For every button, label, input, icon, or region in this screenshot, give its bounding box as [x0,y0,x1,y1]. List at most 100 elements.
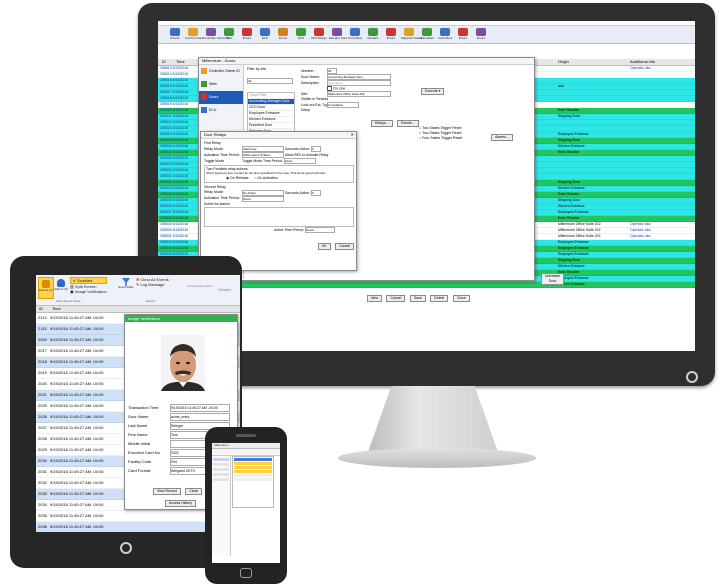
trigger-reset-option[interactable]: ○Four States Trigger Reset [419,136,462,141]
relays-cancel-button[interactable]: Cancel [335,242,354,250]
row-origin: Exec Shooter [558,192,580,196]
ok-button[interactable]: OK [317,242,331,250]
row-id: 255521 5/15/2016 [160,114,189,118]
lockout-select[interactable]: Cumulative [327,102,359,109]
nav-item[interactable]: Sites [199,78,243,91]
on-release-label: On Release [230,175,249,180]
image-verification-button[interactable]: ▣ Image Verification [70,289,107,294]
tablet-ribbon: Events (1) Alarms (0) ✔ Enabled ▥ Split … [36,275,240,306]
cancel-door-button[interactable]: Cancel [386,295,406,302]
ribbon-button[interactable]: Controller Owner ID [203,28,230,42]
nav-item[interactable]: ECU [199,104,243,117]
seconds-active2-input[interactable]: 0 [310,189,321,196]
close-icon[interactable]: ✕ [351,132,354,138]
ribbon-button[interactable]: Floors [275,28,291,42]
ribbon-button[interactable]: Doors [383,28,399,42]
events-button[interactable]: Events... [397,120,419,127]
alarms-tab-button[interactable]: Alarms (0) [54,277,68,297]
row-id: 255519 5/15/2016 [160,102,189,106]
ribbon-button[interactable]: Controllers [437,28,453,42]
ribbon-icon [278,28,288,36]
door-name-field[interactable]: acme_entry [170,412,230,421]
active-tp-select[interactable]: Never [305,226,336,233]
ribbon-label: ECU [261,36,269,40]
row-id: 2029 [38,447,47,452]
col-time[interactable]: Time [176,59,185,65]
row-id: 2093 [38,337,47,342]
execute-button[interactable]: Execute ▾ [421,88,445,95]
ribbon-button[interactable]: Card Formats [185,28,203,42]
image-icon: ▣ [70,289,74,294]
ribbon-button[interactable]: Elevator Cars [329,28,348,42]
nav-item[interactable]: Doors [199,91,243,104]
ribbon-label: MagCard Gates [401,36,423,40]
alarms-button[interactable]: Alarms... [491,134,513,141]
relays-button[interactable]: Relays... [371,120,393,127]
ribbon-button[interactable]: Events [167,28,183,42]
tablet-power-icon[interactable] [120,542,132,554]
new-button[interactable]: New [367,295,383,302]
ribbon-button[interactable]: RCX [293,28,309,42]
row-id: 255517 5/15/2016 [160,90,189,94]
nav-item[interactable]: Controller Owner ID [199,65,243,78]
ribbon-button[interactable]: Doors [239,28,255,42]
row-id: 2031 [38,469,47,474]
row-id: 255539 5/15/2016 [160,222,189,226]
event-filter-button[interactable]: Event Filter [118,277,134,297]
online-checkbox[interactable] [327,86,332,91]
row-id: 2026 [38,414,47,419]
events-tab-button[interactable]: Events (1) [38,277,54,299]
row-id: 255514 5/15/2016 [160,72,189,76]
verification-title: Image Verification [128,316,160,321]
disable-button[interactable]: Disable [218,287,231,292]
save-button[interactable]: Save [409,295,426,302]
radio-icon: ○ [419,136,422,140]
row-time: 9/19/2016 11:45:27 AM -04:00 [50,502,104,507]
site-select[interactable]: Millennium Office Suite 202 [327,91,391,98]
delete-button[interactable]: Delete [430,295,449,302]
on-release-radio[interactable]: ◉ [226,176,229,180]
log-message-button[interactable]: ✎ Log Message [136,282,169,287]
ribbon-button[interactable]: Doors [455,28,471,42]
ribbon-button[interactable]: MagCard Gates [401,28,423,42]
ribbon-button[interactable]: RIO Relays [311,28,327,42]
ribbon-button[interactable]: Doors [473,28,489,42]
ribbon-button[interactable]: Controllers [347,28,363,42]
ribbon-button[interactable]: Sites [221,28,237,42]
tablet-col-id[interactable]: ID [39,306,43,312]
row-time: 9/19/2016 11:45:27 AM -04:00 [50,513,104,518]
row-id: 255515 5/15/2016 [160,78,189,82]
row-origin: Shipping Door [558,180,581,184]
ribbon-button[interactable]: ECU [257,28,273,42]
phone-list[interactable] [232,456,274,508]
acknowledge-alarm-button[interactable]: Acknowledge Alarm [186,284,214,289]
row-origin: Exec Shooter [558,150,580,154]
enabled-toggle[interactable]: ✔ Enabled [70,277,107,284]
toggle-mode-label[interactable]: Toggle Mode [204,159,242,164]
ribbon-label: Elevator Cars [329,36,348,40]
untreated-door-button[interactable]: Untreated Door [541,273,565,285]
access-history-button[interactable]: Access History [165,500,197,507]
site-filter-select[interactable]: All [247,77,293,84]
col-origin[interactable]: Origin [558,59,569,65]
phone-toolbar [212,449,280,456]
tablet-col-time[interactable]: Time [52,306,61,312]
close-door-button[interactable]: Close [452,295,470,302]
transaction-time-field[interactable]: 9/19/2016 11:45:27 AM -04:00 [170,403,230,412]
last-name-label: Last Name [128,423,148,428]
row-id: 255524 5/15/2016 [160,132,189,136]
check-icon: ✔ [73,278,77,283]
col-id[interactable]: ID [162,59,166,65]
phone-home-button[interactable] [240,568,252,578]
ribbon-label: Controller Owner ID [203,36,230,40]
activation2-select[interactable]: Never [242,195,284,202]
col-additional[interactable]: Additional info [630,59,655,65]
row-id: 2034 [38,502,47,507]
alarms-list[interactable] [204,206,354,227]
allow-rex-label[interactable]: Allow REX to Activate Relay [285,153,329,157]
ribbon-button[interactable]: Readers [365,28,381,42]
toggle-tp-select[interactable]: Never [283,158,316,164]
row-id: 255518 5/15/2016 [160,96,189,100]
ribbon-button[interactable]: Schedules [419,28,435,42]
power-icon[interactable] [686,371,698,383]
